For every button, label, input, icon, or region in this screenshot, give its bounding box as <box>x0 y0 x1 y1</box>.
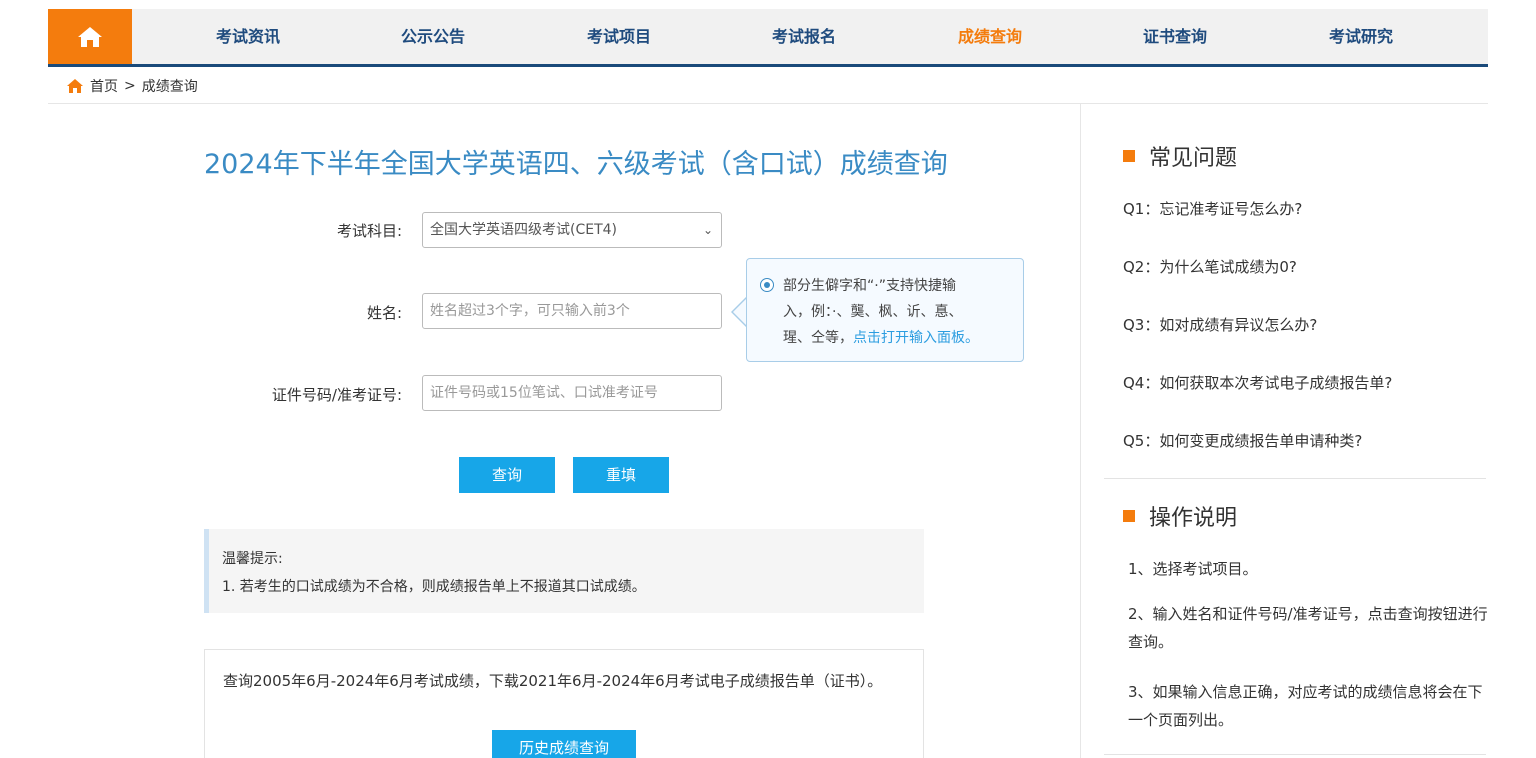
ops-item: 2、输入姓名和证件号码/准考证号，点击查询按钮进行查询。 <box>1128 605 1488 651</box>
name-input[interactable] <box>422 293 722 329</box>
nav-item-announcements[interactable]: 公示公告 <box>348 9 518 64</box>
faq-item[interactable]: Q3：如对成绩有异议怎么办? <box>1123 314 1317 335</box>
divider <box>1104 478 1486 479</box>
notice-heading: 温馨提示: <box>222 551 283 567</box>
chevron-down-icon: ⌄ <box>702 223 713 237</box>
divider <box>1104 754 1486 755</box>
tip-line-1: 部分生僻字和“·”支持快捷输 <box>783 278 956 294</box>
home-icon <box>67 79 83 93</box>
faq-heading: 常见问题 <box>1123 140 1237 172</box>
faq-item[interactable]: Q5：如何变更成绩报告单申请种类? <box>1123 430 1362 451</box>
notice-line: 1. 若考生的口试成绩为不合格，则成绩报告单上不报道其口试成绩。 <box>222 579 646 595</box>
nav-item-registration[interactable]: 考试报名 <box>719 9 889 64</box>
faq-item[interactable]: Q2：为什么笔试成绩为0? <box>1123 256 1297 277</box>
history-query-button[interactable]: 历史成绩查询 <box>492 730 636 758</box>
notice-box: 温馨提示: 1. 若考生的口试成绩为不合格，则成绩报告单上不报道其口试成绩。 <box>204 529 924 613</box>
nav-item-exam-research[interactable]: 考试研究 <box>1276 9 1446 64</box>
tip-line-2: 入，例：·、龑、枫、䜣、惪、 <box>783 304 963 320</box>
nav-item-score-query[interactable]: 成绩查询 <box>905 9 1075 64</box>
breadcrumb: 首页 > 成绩查询 <box>66 76 198 96</box>
ops-title: 操作说明 <box>1149 506 1238 531</box>
nav-item-exam-news[interactable]: 考试资讯 <box>163 9 333 64</box>
divider <box>48 103 1488 104</box>
reset-button[interactable]: 重填 <box>573 457 669 493</box>
subject-select[interactable]: 全国大学英语四级考试(CET4) ⌄ <box>422 212 722 248</box>
rare-char-tip: 部分生僻字和“·”支持快捷输 入，例：·、龑、枫、䜣、惪、 瑆、仝等，点击打开输… <box>746 258 1024 362</box>
tip-line-3-prefix: 瑆、仝等， <box>783 330 853 346</box>
ops-item: 1、选择考试项目。 <box>1128 560 1258 578</box>
name-label: 姓名: <box>366 304 402 322</box>
ops-heading: 操作说明 <box>1123 500 1237 532</box>
ops-item: 3、如果输入信息正确，对应考试的成绩信息将会在下一个页面列出。 <box>1128 683 1483 729</box>
radio-icon <box>760 278 774 292</box>
history-text: 查询2005年6月-2024年6月考试成绩，下载2021年6月-2024年6月考… <box>223 672 883 690</box>
faq-item[interactable]: Q4：如何获取本次考试电子成绩报告单? <box>1123 372 1392 393</box>
nav-item-exam-projects[interactable]: 考试项目 <box>534 9 704 64</box>
tip-line-3: 瑆、仝等，点击打开输入面板。 <box>783 325 1013 351</box>
breadcrumb-separator: > <box>124 78 136 94</box>
page-title: 2024年下半年全国大学英语四、六级考试（含口试）成绩查询 <box>204 149 948 180</box>
nav-item-certificate-query[interactable]: 证书查询 <box>1090 9 1260 64</box>
faq-item[interactable]: Q1：忘记准考证号怎么办? <box>1123 198 1302 219</box>
subject-label: 考试科目: <box>336 222 402 240</box>
query-button[interactable]: 查询 <box>459 457 555 493</box>
column-divider <box>1080 104 1081 758</box>
nav-home-button[interactable] <box>48 9 132 64</box>
square-bullet-icon <box>1123 150 1135 162</box>
id-label: 证件号码/准考证号: <box>271 386 402 404</box>
square-bullet-icon <box>1123 510 1135 522</box>
subject-select-value: 全国大学英语四级考试(CET4) <box>430 222 618 238</box>
home-icon <box>78 26 102 47</box>
top-nav: 考试资讯 公示公告 考试项目 考试报名 成绩查询 证书查询 考试研究 <box>48 9 1488 67</box>
id-number-input[interactable] <box>422 375 722 411</box>
open-input-panel-link[interactable]: 点击打开输入面板。 <box>853 330 979 346</box>
breadcrumb-current: 成绩查询 <box>141 79 198 95</box>
faq-title: 常见问题 <box>1149 146 1238 171</box>
breadcrumb-home-link[interactable]: 首页 <box>90 76 118 96</box>
